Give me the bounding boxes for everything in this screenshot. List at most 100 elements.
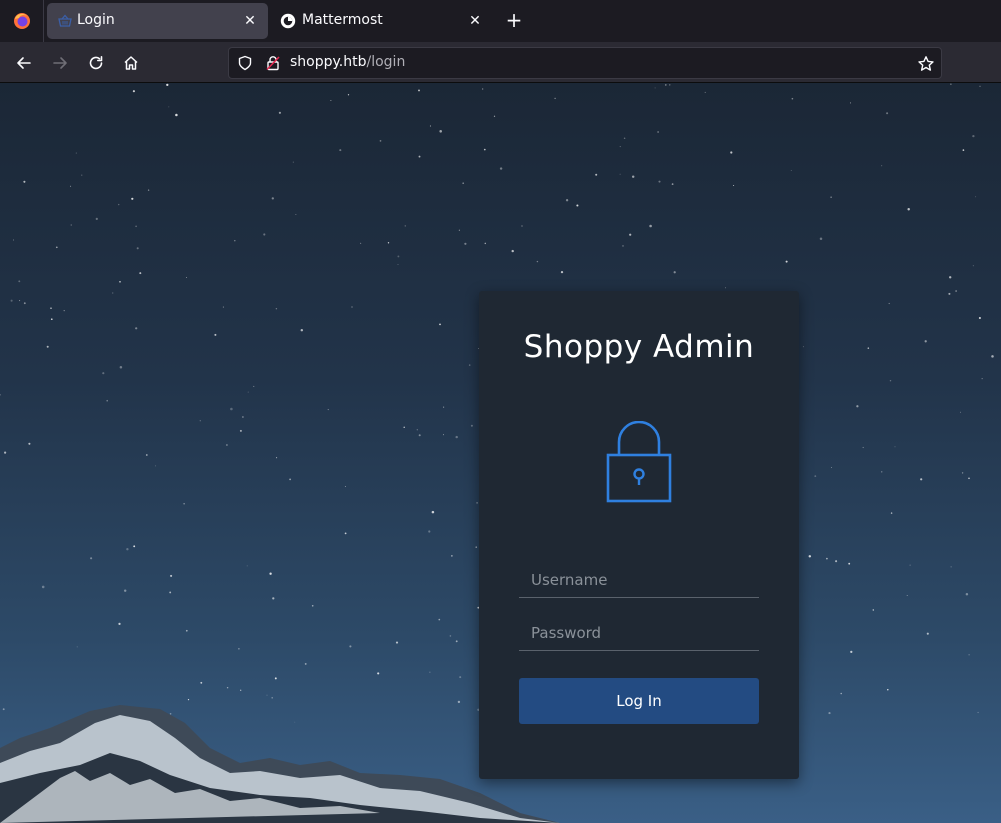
username-field[interactable] <box>519 562 759 598</box>
star <box>948 292 951 295</box>
tab-mattermost[interactable]: Mattermost ✕ <box>272 3 493 39</box>
star <box>499 167 503 170</box>
star <box>890 512 893 514</box>
reload-icon <box>89 56 103 70</box>
star <box>906 595 908 596</box>
star <box>629 233 632 236</box>
star <box>867 347 870 349</box>
star <box>455 640 458 643</box>
password-field[interactable] <box>519 615 759 651</box>
star <box>468 364 471 366</box>
star <box>443 434 445 436</box>
new-tab-button[interactable]: + <box>503 10 525 32</box>
star <box>0 393 1 396</box>
star <box>214 333 217 336</box>
star <box>862 446 864 449</box>
star <box>50 318 53 321</box>
star <box>238 647 240 650</box>
star <box>169 591 172 594</box>
back-button[interactable] <box>11 50 37 76</box>
star <box>55 246 58 249</box>
basket-icon <box>58 14 72 27</box>
star <box>118 622 121 626</box>
star <box>831 467 833 468</box>
star <box>785 260 788 263</box>
star <box>972 265 974 267</box>
star <box>175 113 178 117</box>
star <box>330 100 332 102</box>
home-button[interactable] <box>118 50 144 76</box>
star <box>950 566 952 568</box>
star <box>950 83 952 85</box>
star <box>622 245 624 247</box>
page-background: Shoppy Admin Log In <box>0 83 1001 823</box>
star <box>920 478 923 481</box>
star <box>725 287 727 289</box>
forward-button[interactable] <box>47 50 73 76</box>
star <box>981 378 983 380</box>
star <box>968 477 970 480</box>
star <box>819 237 823 241</box>
arrow-right-icon <box>53 57 67 69</box>
star <box>349 645 352 648</box>
star <box>278 111 281 114</box>
star <box>379 140 382 142</box>
star <box>791 97 794 100</box>
star <box>449 635 452 637</box>
star <box>438 618 441 621</box>
star <box>619 146 621 148</box>
star <box>170 574 173 577</box>
star <box>790 169 792 172</box>
star <box>263 233 266 236</box>
star <box>19 300 21 302</box>
star <box>289 478 291 481</box>
star <box>631 175 635 178</box>
insecure-lock-icon[interactable] <box>265 55 281 71</box>
star-icon[interactable] <box>917 55 935 73</box>
star <box>664 84 667 86</box>
star <box>123 589 127 592</box>
star <box>888 302 890 305</box>
star <box>924 340 927 343</box>
mountain-silhouette <box>0 705 560 823</box>
star <box>881 471 883 473</box>
url-bar[interactable]: shoppy.htb/login <box>228 47 942 79</box>
star <box>239 429 242 432</box>
close-icon[interactable]: ✕ <box>467 13 483 29</box>
star <box>872 609 875 611</box>
star <box>295 214 297 215</box>
star <box>118 203 120 206</box>
star <box>304 662 307 665</box>
star <box>850 102 851 104</box>
star <box>126 548 129 551</box>
star <box>894 446 896 448</box>
firefox-menu-button[interactable] <box>0 0 43 42</box>
star <box>840 692 842 695</box>
star <box>848 562 851 565</box>
star <box>185 629 188 632</box>
star <box>595 173 598 176</box>
url-host: shoppy.htb <box>290 54 367 70</box>
star <box>28 442 31 445</box>
star <box>979 85 981 87</box>
star <box>199 420 201 422</box>
star <box>459 676 462 679</box>
star <box>565 199 569 202</box>
close-icon[interactable]: ✕ <box>242 13 258 29</box>
star <box>247 391 249 393</box>
star <box>112 292 114 294</box>
star <box>234 239 236 242</box>
star <box>271 697 274 699</box>
shield-icon[interactable] <box>237 55 253 71</box>
mattermost-icon <box>280 13 296 29</box>
star <box>147 189 150 191</box>
login-button[interactable]: Log In <box>519 678 759 724</box>
arrow-left-icon <box>17 57 31 69</box>
reload-button[interactable] <box>83 50 109 76</box>
url-text[interactable]: shoppy.htb/login <box>290 54 405 70</box>
tab-login[interactable]: Login ✕ <box>47 3 268 39</box>
tab-separator <box>43 0 44 42</box>
star <box>230 407 233 411</box>
star <box>70 185 72 187</box>
star <box>462 182 465 185</box>
